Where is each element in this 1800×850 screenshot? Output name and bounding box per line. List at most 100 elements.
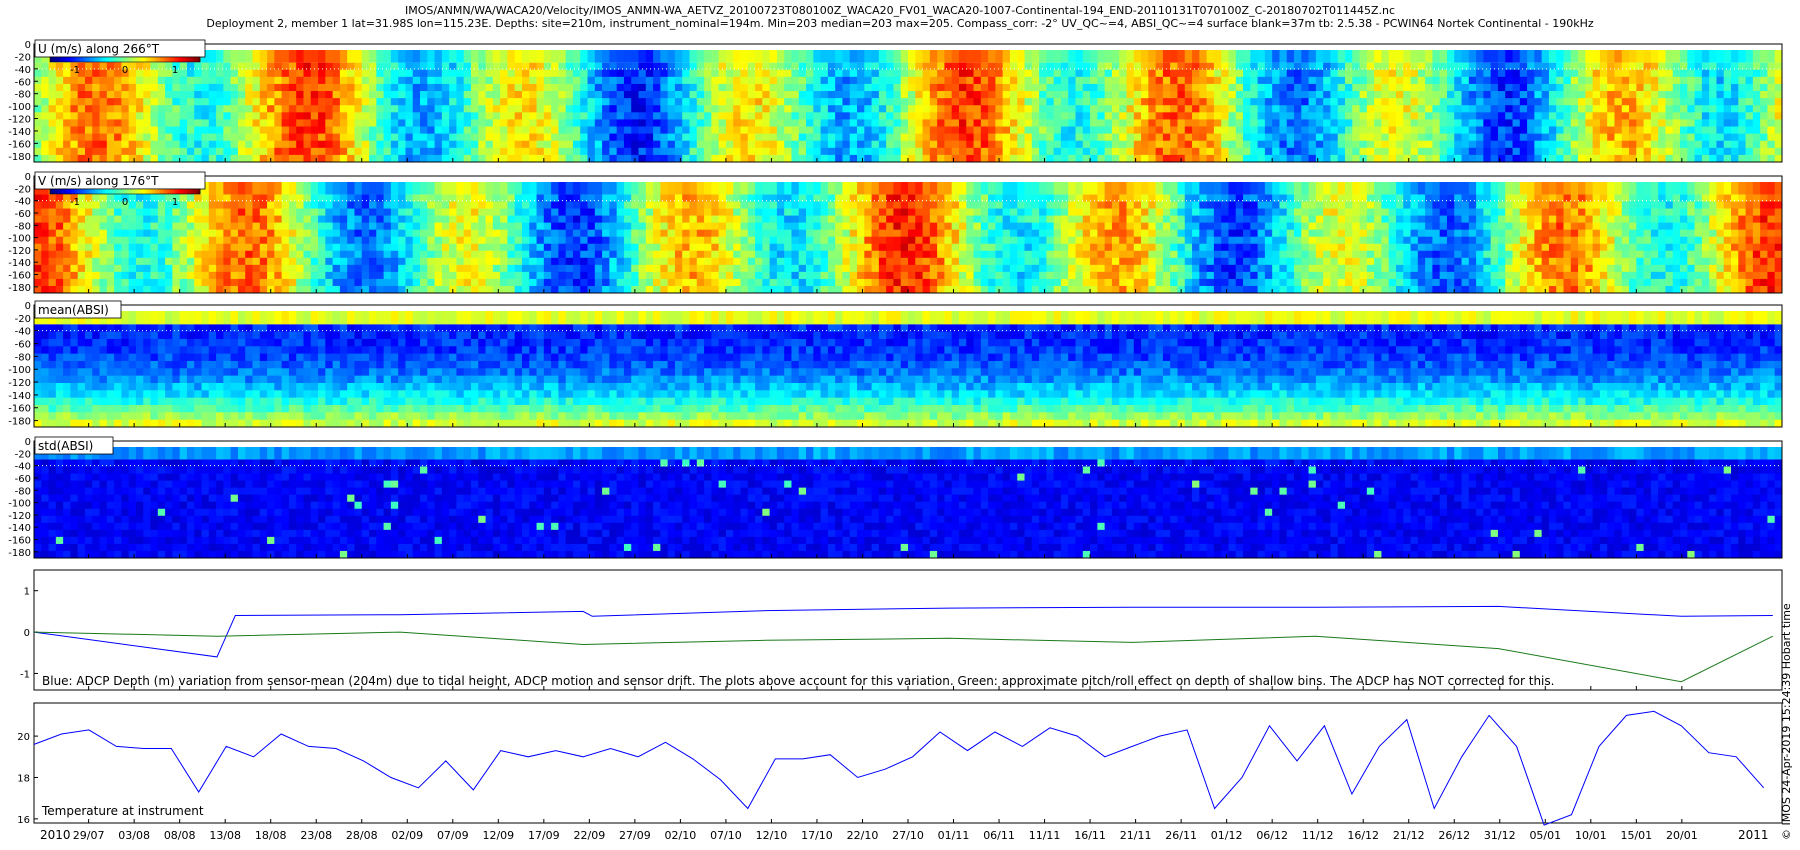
heatmap-cell <box>70 243 79 252</box>
heatmap-cell <box>186 215 195 224</box>
heatmap-cell <box>1731 133 1739 142</box>
heatmap-cell <box>1381 98 1390 106</box>
heatmap-cell <box>1075 105 1084 113</box>
heatmap-cell <box>769 140 778 149</box>
heatmap-cell <box>106 271 115 280</box>
heatmap-surface-cell <box>1388 50 1397 63</box>
heatmap-cell <box>973 105 982 113</box>
heatmap-cell <box>55 98 64 106</box>
heatmap-cell <box>1599 91 1608 99</box>
heatmap-cell <box>594 271 603 280</box>
heatmap-surface-cell <box>1629 50 1637 63</box>
heatmap-cell <box>267 76 275 85</box>
heatmap-cell <box>725 154 734 162</box>
heatmap-cell <box>944 105 953 113</box>
heatmap-cell <box>966 133 975 142</box>
heatmap-cell <box>653 69 661 78</box>
heatmap-cell <box>332 250 341 259</box>
heatmap-cell <box>521 250 530 259</box>
heatmap-cell <box>150 257 159 266</box>
heatmap-cell <box>303 278 312 287</box>
heatmap-cell <box>1294 62 1302 71</box>
heatmap-cell <box>1490 133 1499 142</box>
heatmap-cell <box>1774 83 1782 92</box>
heatmap-cell <box>900 126 909 135</box>
heatmap-cell <box>121 147 130 156</box>
heatmap-cell <box>1403 119 1412 128</box>
figure-canvas: 0-20-40-60-80-100-120-140-160-180U (m/s)… <box>8 39 1783 842</box>
heatmap-cell <box>245 98 254 106</box>
heatmap-cell <box>281 271 290 280</box>
heatmap-cell <box>682 112 691 121</box>
heatmap-cell <box>623 105 632 113</box>
heatmap-cell <box>157 105 166 113</box>
heatmap-cell <box>208 83 217 92</box>
heatmap-cell <box>208 271 217 280</box>
heatmap-cell <box>682 98 691 106</box>
heatmap-cell <box>1366 119 1375 128</box>
heatmap-cell <box>645 154 654 162</box>
heatmap-cell <box>420 222 428 231</box>
heatmap-cell <box>165 222 173 231</box>
heatmap-cell <box>514 264 523 273</box>
heatmap-cell <box>1330 147 1339 156</box>
heatmap-cell <box>1308 126 1317 135</box>
heatmap-cell <box>1199 105 1208 113</box>
heatmap-cell <box>798 147 807 156</box>
heatmap-cell <box>325 264 334 273</box>
heatmap-cell <box>616 208 625 217</box>
heatmap-cell <box>565 133 574 142</box>
heatmap-cell <box>827 91 836 99</box>
heatmap-cell <box>1738 112 1747 121</box>
heatmap-cell <box>1294 154 1302 162</box>
heatmap-cell <box>1272 76 1281 85</box>
heatmap-cell <box>1257 76 1266 85</box>
heatmap-cell <box>1585 119 1594 128</box>
heatmap-cell <box>1395 83 1404 92</box>
heatmap-cell <box>711 154 720 162</box>
heatmap-cell <box>485 285 494 293</box>
heatmap-cell <box>623 278 632 287</box>
heatmap-surface-cell <box>958 50 967 63</box>
heatmap-cell <box>864 154 873 162</box>
heatmap-surface-cell <box>1403 50 1412 63</box>
colorbar-swatch <box>102 57 106 62</box>
heatmap-cell <box>420 278 428 287</box>
heatmap-cell <box>1381 119 1390 128</box>
heatmap-cell <box>711 98 720 106</box>
heatmap-cell <box>99 140 108 149</box>
heatmap-cell <box>1213 83 1222 92</box>
heatmap-cell <box>398 83 407 92</box>
heatmap-cell <box>1403 154 1412 162</box>
heatmap-cell <box>1366 140 1375 149</box>
heatmap-cell <box>1483 91 1492 99</box>
heatmap-cell <box>529 69 538 78</box>
heatmap-cell <box>434 91 443 99</box>
heatmap-cell <box>208 222 217 231</box>
heatmap-cell <box>332 194 341 203</box>
heatmap-surface-cell <box>929 50 938 63</box>
heatmap-cell <box>303 91 312 99</box>
heatmap-cell <box>121 229 130 238</box>
heatmap-cell <box>1104 112 1113 121</box>
heatmap-cell <box>361 154 370 162</box>
heatmap-cell <box>820 147 829 156</box>
heatmap-cell <box>84 112 93 121</box>
heatmap-cell <box>1476 119 1484 128</box>
heatmap-cell <box>34 201 42 210</box>
heatmap-cell <box>1126 76 1135 85</box>
heatmap-cell <box>886 147 895 156</box>
heatmap-cell <box>769 91 778 99</box>
heatmap-cell <box>616 285 625 293</box>
heatmap-cell <box>135 112 144 121</box>
heatmap-surface-cell <box>1082 50 1091 63</box>
heatmap-cell <box>1752 69 1761 78</box>
heatmap-cell <box>1090 98 1098 106</box>
heatmap-cell <box>347 133 356 142</box>
heatmap-cell <box>711 112 720 121</box>
heatmap-cell <box>63 257 72 266</box>
heatmap-cell <box>1337 83 1346 92</box>
heatmap-surface-cell <box>1286 50 1295 63</box>
heatmap-cell <box>1177 91 1186 99</box>
heatmap-cell <box>1031 91 1040 99</box>
